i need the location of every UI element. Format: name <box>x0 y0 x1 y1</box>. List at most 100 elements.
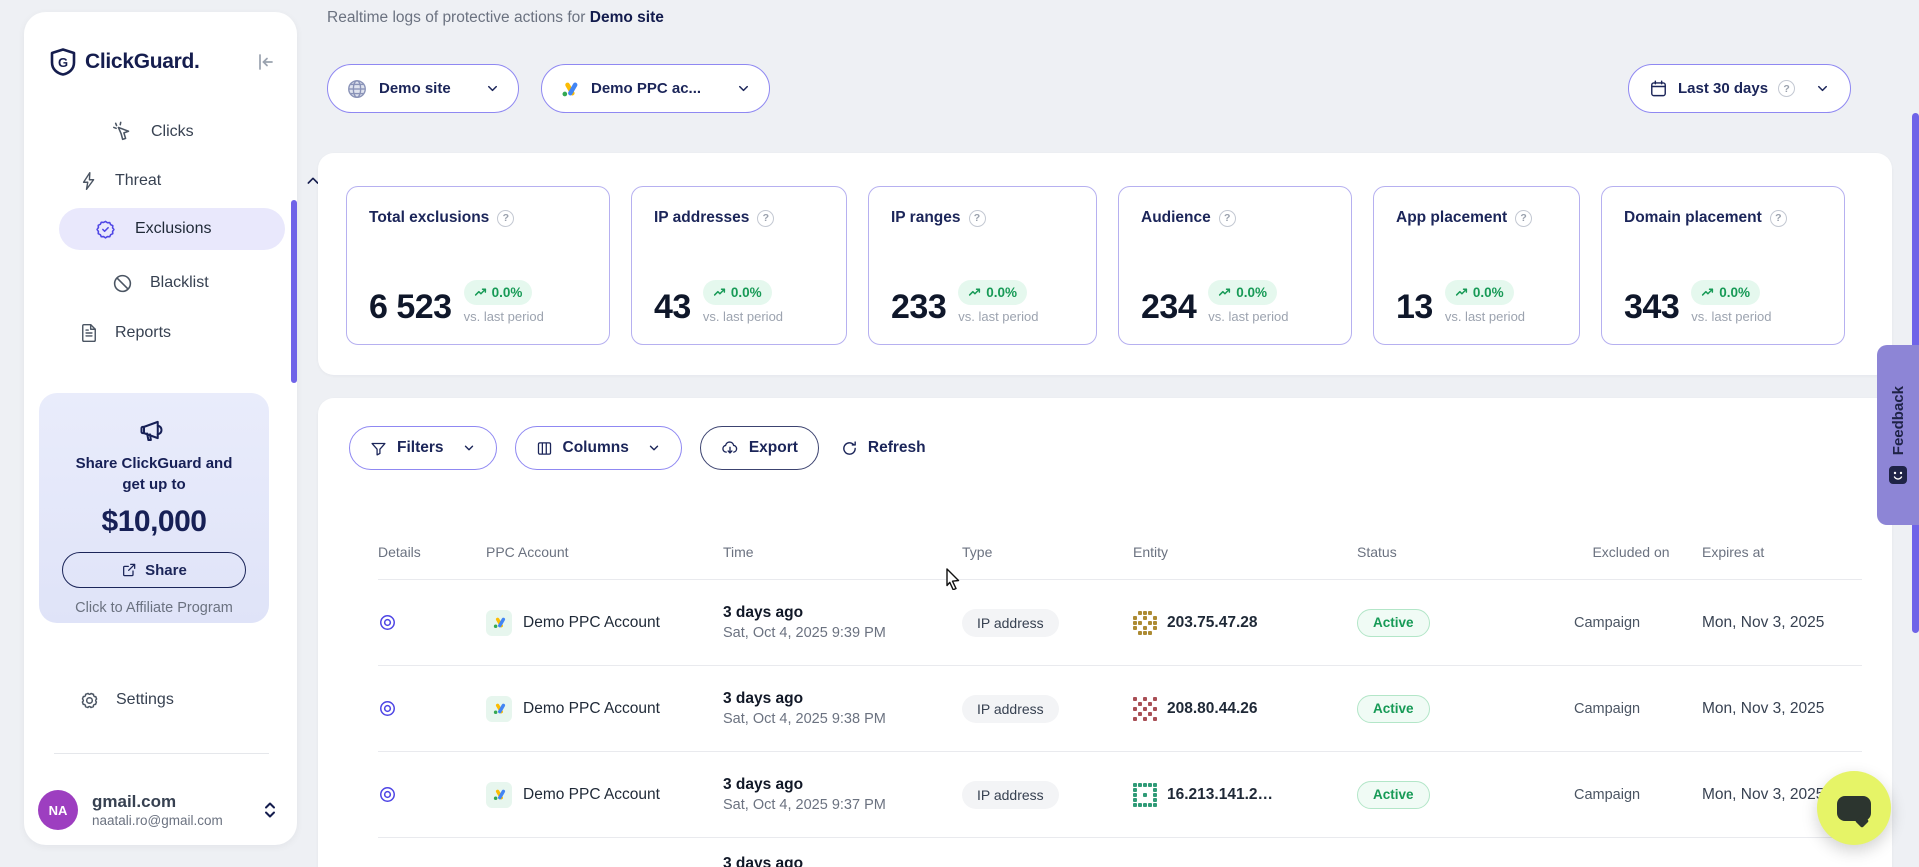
stat-card-ip-addresses: IP addresses ? 43 0.0% vs. last period <box>631 186 847 345</box>
cloud-download-icon <box>721 439 739 457</box>
google-ads-icon <box>486 696 512 722</box>
stat-caption: vs. last period <box>1445 309 1525 324</box>
expires-at-cell: Mon, Nov 3, 2025 <box>1702 614 1862 632</box>
external-link-icon <box>121 562 137 578</box>
ip-identicon <box>1133 697 1157 721</box>
view-details-icon[interactable] <box>378 785 486 804</box>
chevron-down-icon <box>1815 81 1830 96</box>
filters-button[interactable]: Filters <box>349 426 497 470</box>
stat-card-ip-ranges: IP ranges ? 233 0.0% vs. last period <box>868 186 1097 345</box>
chevron-down-icon <box>647 441 661 455</box>
stat-value: 13 <box>1396 290 1433 324</box>
sidebar-item-settings[interactable]: Settings <box>79 682 174 718</box>
stat-card-audience: Audience ? 234 0.0% vs. last period <box>1118 186 1352 345</box>
col-header-status: Status <box>1357 544 1560 560</box>
view-details-icon[interactable] <box>378 699 486 718</box>
sidebar-item-label: Clicks <box>151 123 194 141</box>
date-range-value: Last 30 days <box>1678 80 1768 97</box>
table-header-row: Details PPC Account Time Type Entity Sta… <box>378 525 1862 579</box>
col-header-expires-at: Expires at <box>1702 544 1862 560</box>
help-icon[interactable]: ? <box>1778 80 1795 97</box>
help-icon[interactable]: ? <box>497 210 514 227</box>
help-icon[interactable]: ? <box>1515 210 1532 227</box>
refresh-button[interactable]: Refresh <box>837 426 930 470</box>
time-cell: 3 days ago Sat, Oct 4, 2025 9:37 PM <box>723 776 962 813</box>
stat-delta-badge: 0.0% <box>1208 280 1277 305</box>
stat-value: 6 523 <box>369 290 452 324</box>
smiley-square-icon <box>1889 466 1907 484</box>
stat-caption: vs. last period <box>1208 309 1288 324</box>
affiliate-promo-card: Share ClickGuard and get up to $10,000 S… <box>39 393 269 623</box>
date-range-dropdown[interactable]: Last 30 days ? <box>1628 64 1851 113</box>
stat-label: Total exclusions <box>369 209 489 227</box>
prohibit-icon <box>112 273 133 294</box>
logo-text: ClickGuard. <box>85 50 200 74</box>
sidebar-collapse-icon[interactable] <box>255 52 275 72</box>
stat-card-app-placement: App placement ? 13 0.0% vs. last period <box>1373 186 1580 345</box>
avatar: NA <box>38 790 78 830</box>
svg-text:G: G <box>58 55 68 70</box>
sidebar-item-reports[interactable]: Reports <box>79 315 171 351</box>
entity-cell: 16.213.141.2… <box>1133 783 1357 807</box>
col-header-ppc-account: PPC Account <box>486 544 723 560</box>
excluded-on-cell: Campaign <box>1560 787 1702 803</box>
stat-value: 233 <box>891 290 946 324</box>
feedback-label: Feedback <box>1890 386 1907 455</box>
stat-label: IP addresses <box>654 209 749 227</box>
ppc-account-selector-dropdown[interactable]: Demo PPC ac... <box>541 64 770 113</box>
chevron-down-icon <box>462 441 476 455</box>
clickguard-app: G ClickGuard. Clicks <box>0 0 1919 867</box>
col-header-type: Type <box>962 544 1133 560</box>
col-header-entity: Entity <box>1133 544 1357 560</box>
sidebar-item-clicks[interactable]: Clicks <box>112 114 194 150</box>
chat-launcher-button[interactable] <box>1817 771 1891 845</box>
stat-value: 234 <box>1141 290 1196 324</box>
promo-text: Share ClickGuard and get up to <box>64 453 244 495</box>
trend-up-icon <box>1218 286 1231 299</box>
stat-caption: vs. last period <box>958 309 1038 324</box>
excluded-on-cell: Campaign <box>1560 701 1702 717</box>
export-button[interactable]: Export <box>700 426 819 470</box>
sidebar-item-threat[interactable]: Threat <box>79 163 161 199</box>
account-switcher[interactable]: NA gmail.com naatali.ro@gmail.com <box>38 782 283 838</box>
sidebar-item-label: Reports <box>115 324 171 342</box>
ppc-account-cell: Demo PPC Account <box>486 782 723 808</box>
gear-icon <box>79 690 100 711</box>
funnel-icon <box>370 440 387 457</box>
trend-up-icon <box>1455 286 1468 299</box>
feedback-tab[interactable]: Feedback <box>1877 345 1919 525</box>
share-button[interactable]: Share <box>62 552 246 588</box>
divider <box>54 753 269 754</box>
ip-identicon <box>1133 611 1157 635</box>
view-details-icon[interactable] <box>378 613 486 632</box>
speech-bubble-icon <box>1837 796 1871 821</box>
help-icon[interactable]: ? <box>969 210 986 227</box>
trend-up-icon <box>1701 286 1714 299</box>
sidebar: G ClickGuard. Clicks <box>24 12 297 845</box>
help-icon[interactable]: ? <box>1219 210 1236 227</box>
sidebar-scrollbar[interactable] <box>291 200 297 383</box>
globe-icon <box>346 78 368 100</box>
help-icon[interactable]: ? <box>757 210 774 227</box>
mouse-cursor <box>943 568 963 590</box>
table-row[interactable]: 3 days ago <box>378 837 1862 867</box>
affiliate-program-link[interactable]: Click to Affiliate Program <box>39 600 269 616</box>
columns-button[interactable]: Columns <box>515 426 682 470</box>
stat-caption: vs. last period <box>464 309 544 324</box>
account-email: naatali.ro@gmail.com <box>92 813 223 828</box>
sidebar-item-exclusions[interactable]: Exclusions <box>59 208 285 250</box>
logs-panel: Filters Columns <box>318 398 1892 867</box>
ppc-account-cell: Demo PPC Account <box>486 610 723 636</box>
table-row[interactable]: Demo PPC Account 3 days ago Sat, Oct 4, … <box>378 751 1862 837</box>
calendar-icon <box>1649 79 1668 98</box>
page-subtitle: Realtime logs of protective actions for … <box>327 9 664 27</box>
site-selector-dropdown[interactable]: Demo site <box>327 64 519 113</box>
table-row[interactable]: Demo PPC Account 3 days ago Sat, Oct 4, … <box>378 665 1862 751</box>
table-toolbar: Filters Columns <box>318 398 1892 470</box>
ppc-selector-value: Demo PPC ac... <box>591 80 701 97</box>
help-icon[interactable]: ? <box>1770 210 1787 227</box>
sidebar-item-blacklist[interactable]: Blacklist <box>112 265 209 301</box>
sidebar-item-label: Settings <box>116 691 174 709</box>
table-row[interactable]: Demo PPC Account 3 days ago Sat, Oct 4, … <box>378 579 1862 665</box>
stat-value: 43 <box>654 290 691 324</box>
